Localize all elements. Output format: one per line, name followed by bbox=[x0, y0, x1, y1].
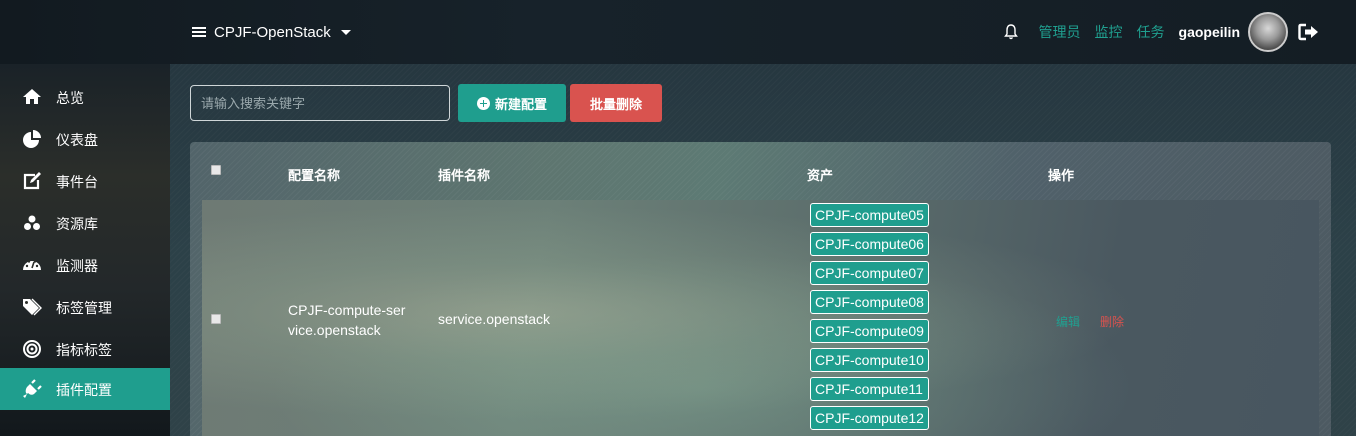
asset-tag: CPJF-compute09 bbox=[810, 319, 929, 343]
sidebar-item-label: 资源库 bbox=[56, 216, 98, 232]
asset-tag: CPJF-compute12 bbox=[810, 406, 929, 430]
bulk-delete-button[interactable]: 批量删除 bbox=[570, 84, 662, 122]
username[interactable]: gaopeilin bbox=[1179, 24, 1240, 40]
bulk-delete-label: 批量删除 bbox=[589, 96, 642, 112]
delete-link[interactable]: 删除 bbox=[1100, 313, 1124, 330]
asset-tag: CPJF-compute05 bbox=[810, 203, 929, 227]
sidebar-item-monitors[interactable]: 监测器 bbox=[0, 244, 170, 286]
avatar[interactable] bbox=[1248, 12, 1288, 52]
admin-link[interactable]: 管理员 bbox=[1039, 22, 1081, 42]
asset-tag: CPJF-compute08 bbox=[810, 290, 929, 314]
plug-icon bbox=[22, 379, 42, 399]
asset-tag: CPJF-compute07 bbox=[810, 261, 929, 285]
monitor-link[interactable]: 监控 bbox=[1095, 22, 1123, 42]
config-table: 配置名称 插件名称 资产 操作 CPJF-compute-service.ope… bbox=[190, 142, 1331, 436]
edit-icon bbox=[22, 171, 42, 191]
header-plugin-name[interactable]: 插件名称 bbox=[438, 165, 490, 184]
sidebar-item-tag-management[interactable]: 标签管理 bbox=[0, 286, 170, 328]
tasks-link[interactable]: 任务 bbox=[1137, 22, 1165, 42]
cubes-icon bbox=[22, 213, 42, 233]
edit-link[interactable]: 编辑 bbox=[1056, 313, 1080, 330]
new-config-button[interactable]: 新建配置 bbox=[458, 84, 566, 122]
table-header: 配置名称 插件名称 资产 操作 bbox=[190, 142, 1331, 200]
top-right-nav: 管理员 监控 任务 gaopeilin bbox=[1003, 10, 1320, 54]
row-checkbox[interactable] bbox=[211, 314, 221, 324]
asset-tag: CPJF-compute11 bbox=[810, 377, 929, 401]
asset-tag: CPJF-compute10 bbox=[810, 348, 929, 372]
home-icon bbox=[22, 87, 42, 107]
logout-icon[interactable] bbox=[1298, 22, 1320, 42]
sidebar-item-label: 监测器 bbox=[56, 258, 98, 274]
search-input[interactable] bbox=[190, 85, 450, 121]
bell-icon[interactable] bbox=[1003, 23, 1019, 41]
sidebar-item-resources[interactable]: 资源库 bbox=[0, 202, 170, 244]
sidebar-item-plugin-config[interactable]: 插件配置 bbox=[0, 368, 170, 410]
tags-icon bbox=[22, 297, 42, 317]
dashboard-icon bbox=[22, 255, 42, 275]
pie-chart-icon bbox=[22, 129, 42, 149]
sidebar-item-overview[interactable]: 总览 bbox=[0, 76, 170, 118]
project-name: CPJF-OpenStack bbox=[214, 23, 331, 41]
header-assets[interactable]: 资产 bbox=[807, 165, 833, 184]
plugin-name-cell: service.openstack bbox=[438, 311, 551, 327]
header-config-name[interactable]: 配置名称 bbox=[288, 165, 340, 184]
header-actions: 操作 bbox=[1048, 168, 1075, 183]
bullseye-icon bbox=[22, 339, 42, 359]
sidebar-item-label: 插件配置 bbox=[56, 382, 112, 398]
new-config-label: 新建配置 bbox=[494, 96, 547, 112]
top-bar: CPJF-OpenStack 管理员 监控 任务 gaopeilin bbox=[0, 0, 1356, 64]
sidebar-item-events[interactable]: 事件台 bbox=[0, 160, 170, 202]
main-content: 新建配置 批量删除 配置名称 插件名称 资产 操作 CPJF-compute-s… bbox=[170, 64, 1356, 436]
config-name-cell: CPJF-compute-service.openstack bbox=[288, 302, 406, 338]
sidebar-item-dashboard[interactable]: 仪表盘 bbox=[0, 118, 170, 160]
sidebar-item-label: 标签管理 bbox=[56, 300, 112, 316]
sidebar-item-metric-tags[interactable]: 指标标签 bbox=[0, 328, 170, 370]
project-selector[interactable]: CPJF-OpenStack bbox=[192, 22, 351, 42]
asset-list: CPJF-compute05 CPJF-compute06 CPJF-compu… bbox=[810, 203, 929, 435]
list-icon bbox=[192, 26, 206, 38]
plus-circle-icon bbox=[476, 96, 490, 110]
sidebar-item-label: 仪表盘 bbox=[56, 132, 98, 148]
select-all-checkbox[interactable] bbox=[211, 165, 221, 175]
asset-tag: CPJF-compute06 bbox=[810, 232, 929, 256]
sidebar: 总览 仪表盘 事件台 资源库 监测器 标签管理 指标标签 插件配置 bbox=[0, 64, 170, 436]
table-row: CPJF-compute-service.openstack service.o… bbox=[202, 200, 1319, 436]
sidebar-item-label: 总览 bbox=[56, 90, 84, 106]
chevron-down-icon bbox=[340, 29, 351, 35]
sidebar-item-label: 事件台 bbox=[56, 174, 98, 190]
sidebar-item-label: 指标标签 bbox=[56, 342, 112, 358]
